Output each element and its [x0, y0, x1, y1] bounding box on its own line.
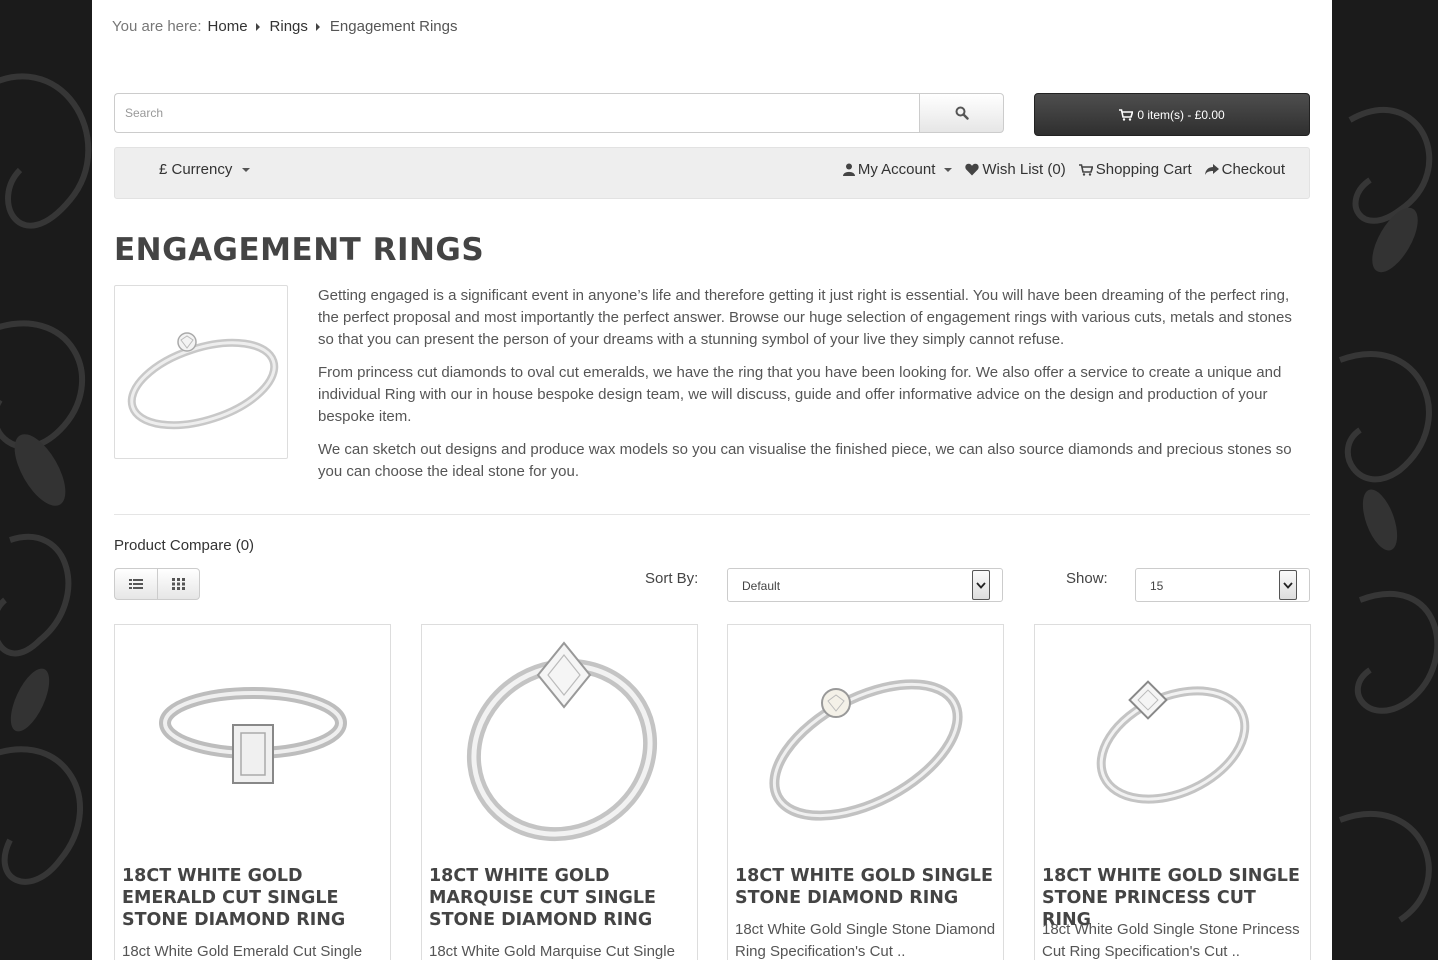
list-icon	[129, 579, 143, 589]
shopping-cart-link[interactable]: Shopping Cart	[1078, 161, 1192, 178]
currency-dropdown[interactable]: £ Currency	[159, 161, 251, 178]
wish-list-label: Wish List (0)	[982, 161, 1066, 178]
show-label: Show:	[1066, 570, 1108, 587]
chevron-down-icon	[972, 570, 990, 600]
heart-icon	[965, 163, 980, 176]
wish-list-link[interactable]: Wish List (0)	[965, 161, 1066, 178]
view-toggle	[114, 568, 200, 600]
top-navigation: £ Currency My Account Wish List (0) Shop…	[114, 147, 1310, 199]
breadcrumb-current: Engagement Rings	[329, 18, 458, 35]
grid-icon	[172, 578, 185, 590]
search-button[interactable]	[919, 93, 1004, 133]
my-account-label: My Account	[857, 161, 936, 178]
product-image[interactable]	[115, 625, 390, 857]
product-compare-link[interactable]: Product Compare (0)	[114, 537, 254, 554]
cart-button[interactable]: 0 item(s) - £0.00	[1034, 93, 1310, 136]
page-container: You are here: Home Rings Engagement Ring…	[92, 0, 1332, 960]
breadcrumb-rings-link[interactable]: Rings	[270, 18, 308, 35]
product-image[interactable]	[728, 625, 1003, 857]
search-input[interactable]	[114, 93, 920, 133]
product-name-link[interactable]: 18CT WHITE GOLD MARQUISE CUT SINGLE STON…	[429, 865, 691, 931]
breadcrumb-home-link[interactable]: Home	[208, 18, 248, 35]
breadcrumb-arrow-icon	[315, 22, 320, 31]
shopping-cart-icon	[1078, 163, 1093, 176]
sort-by-value: Default	[742, 579, 781, 593]
sort-by-label: Sort By:	[645, 570, 699, 587]
product-card[interactable]: 18CT WHITE GOLD EMERALD CUT SINGLE STONE…	[114, 624, 391, 960]
search-bar	[114, 93, 1004, 133]
description-paragraph: Getting engaged is a significant event i…	[318, 287, 1292, 348]
breadcrumb: You are here: Home Rings Engagement Ring…	[112, 18, 458, 35]
divider	[114, 514, 1310, 515]
user-icon	[842, 163, 855, 176]
product-card[interactable]: 18CT WHITE GOLD SINGLE STONE DIAMOND RIN…	[727, 624, 1004, 960]
currency-label: £ Currency	[159, 161, 233, 178]
description-paragraph: We can sketch out designs and produce wa…	[318, 441, 1292, 480]
product-description: 18ct White Gold Single Stone Diamond Rin…	[735, 921, 996, 960]
product-name-link[interactable]: 18CT WHITE GOLD SINGLE STONE DIAMOND RIN…	[735, 865, 997, 909]
product-card[interactable]: 18CT WHITE GOLD MARQUISE CUT SINGLE STON…	[421, 624, 698, 960]
page-title: ENGAGEMENT RINGS	[114, 232, 485, 268]
chevron-down-icon	[1279, 570, 1297, 600]
product-description: 18ct White Gold Single Stone Princess Cu…	[1042, 921, 1300, 960]
checkout-label: Checkout	[1221, 161, 1285, 178]
search-icon	[955, 106, 969, 120]
product-description: 18ct White Gold Emerald Cut Single	[122, 943, 363, 960]
breadcrumb-arrow-icon	[255, 22, 260, 31]
checkout-link[interactable]: Checkout	[1204, 161, 1285, 178]
product-name-link[interactable]: 18CT WHITE GOLD EMERALD CUT SINGLE STONE…	[122, 865, 384, 931]
product-image[interactable]	[1035, 625, 1310, 857]
product-card[interactable]: 18CT WHITE GOLD SINGLE STONE PRINCESS CU…	[1034, 624, 1311, 960]
ring-image	[127, 332, 279, 430]
cart-summary: 0 item(s) - £0.00	[1137, 107, 1225, 122]
category-description: Getting engaged is a significant event i…	[318, 285, 1308, 494]
grid-view-button[interactable]	[157, 568, 200, 600]
sort-by-select[interactable]: Default	[727, 568, 1003, 602]
chevron-down-icon	[242, 167, 251, 172]
shopping-cart-label: Shopping Cart	[1095, 161, 1192, 178]
breadcrumb-prefix: You are here:	[112, 18, 202, 35]
account-links: My Account Wish List (0) Shopping Cart C…	[842, 161, 1285, 178]
show-limit-select[interactable]: 15	[1135, 568, 1310, 602]
list-view-button[interactable]	[114, 568, 157, 600]
my-account-dropdown[interactable]: My Account	[842, 161, 953, 178]
product-description: 18ct White Gold Marquise Cut Single	[429, 943, 675, 960]
category-image	[114, 285, 288, 459]
chevron-down-icon	[944, 167, 953, 172]
shopping-cart-icon	[1119, 108, 1134, 121]
description-paragraph: From princess cut diamonds to oval cut e…	[318, 364, 1282, 425]
product-image[interactable]	[422, 625, 697, 857]
share-arrow-icon	[1204, 163, 1219, 175]
show-limit-value: 15	[1150, 579, 1164, 593]
